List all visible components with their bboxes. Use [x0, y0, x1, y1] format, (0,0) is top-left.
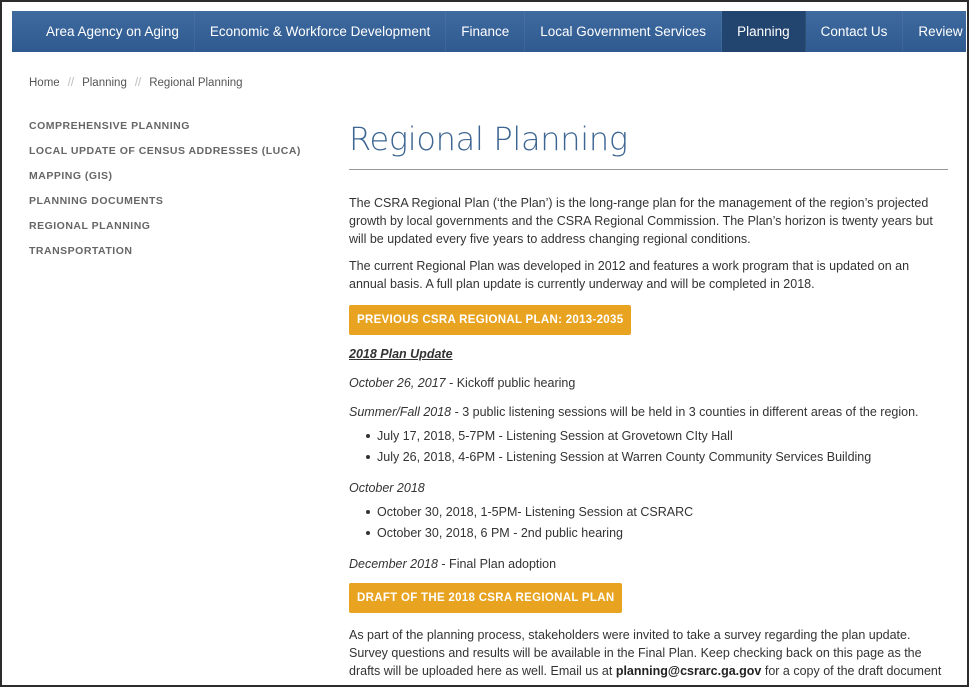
intro-paragraph: The CSRA Regional Plan (‘the Plan’) is t…: [349, 196, 933, 246]
survey-text-end: for a copy of the draft document: [761, 664, 942, 678]
breadcrumb-separator: //: [67, 77, 75, 89]
top-navigation: Area Agency on Aging Economic & Workforc…: [12, 11, 967, 52]
breadcrumb-separator: //: [134, 77, 142, 89]
sidebar-item-comprehensive-planning[interactable]: COMPREHENSIVE PLANNING: [29, 119, 329, 144]
listening-session-list: July 17, 2018, 5-7PM - Listening Session…: [349, 426, 949, 468]
sidebar-nav: COMPREHENSIVE PLANNING LOCAL UPDATE OF C…: [29, 119, 329, 269]
breadcrumb: Home // Planning // Regional Planning: [29, 77, 243, 89]
email-link[interactable]: planning@csrarc.ga.gov: [616, 664, 762, 678]
page-title: Regional Planning: [349, 120, 628, 158]
event-final-adoption: December 2018 - Final Plan adoption: [349, 555, 949, 573]
sidebar-item-transportation[interactable]: TRANSPORTATION: [29, 244, 329, 269]
event-kickoff: October 26, 2017 - Kickoff public hearin…: [349, 374, 949, 392]
sidebar-item-mapping-gis[interactable]: MAPPING (GIS): [29, 169, 329, 194]
october-session-list: October 30, 2018, 1-5PM- Listening Sessi…: [349, 502, 949, 544]
survey-paragraph: As part of the planning process, stakeho…: [349, 626, 949, 680]
event-october-2018: October 2018: [349, 479, 949, 497]
event-date: October 2018: [349, 481, 425, 495]
event-date: October 26, 2017: [349, 376, 446, 390]
status-paragraph: The current Regional Plan was developed …: [349, 259, 910, 291]
nav-item-local-government-services[interactable]: Local Government Services: [525, 11, 723, 52]
nav-item-contact-us[interactable]: Contact Us: [806, 11, 904, 52]
sidebar-item-luca[interactable]: LOCAL UPDATE OF CENSUS ADDRESSES (LUCA): [29, 144, 329, 169]
breadcrumb-current: Regional Planning: [149, 77, 243, 89]
nav-item-review-docs[interactable]: Review Docs: [903, 11, 967, 52]
nav-item-area-agency-on-aging[interactable]: Area Agency on Aging: [12, 11, 195, 52]
list-item: October 30, 2018, 6 PM - 2nd public hear…: [366, 523, 949, 544]
nav-item-economic-workforce[interactable]: Economic & Workforce Development: [195, 11, 447, 52]
event-text: - Final Plan adoption: [437, 557, 557, 571]
title-divider: [349, 169, 948, 170]
event-text: - 3 public listening sessions will be he…: [451, 405, 919, 419]
draft-plan-button[interactable]: DRAFT OF THE 2018 CSRA REGIONAL PLAN: [349, 583, 623, 613]
main-content: Regional Planning The CSRA Regional Plan…: [349, 117, 949, 680]
breadcrumb-planning[interactable]: Planning: [82, 77, 127, 89]
event-date: December 2018: [349, 557, 438, 571]
previous-plan-button[interactable]: PREVIOUS CSRA REGIONAL PLAN: 2013-2035: [349, 305, 632, 335]
plan-update-heading: 2018 Plan Update: [349, 347, 453, 361]
sidebar-item-planning-documents[interactable]: PLANNING DOCUMENTS: [29, 194, 329, 219]
sidebar-item-regional-planning[interactable]: REGIONAL PLANNING: [29, 219, 329, 244]
event-listening-sessions: Summer/Fall 2018 - 3 public listening se…: [349, 403, 949, 421]
nav-item-finance[interactable]: Finance: [446, 11, 526, 52]
event-text: - Kickoff public hearing: [445, 376, 576, 390]
list-item: July 26, 2018, 4-6PM - Listening Session…: [366, 447, 949, 468]
list-item: October 30, 2018, 1-5PM- Listening Sessi…: [366, 502, 949, 523]
nav-item-planning[interactable]: Planning: [722, 11, 806, 52]
page-frame: Area Agency on Aging Economic & Workforc…: [0, 0, 969, 687]
event-date: Summer/Fall 2018: [349, 405, 452, 419]
breadcrumb-home[interactable]: Home: [29, 77, 60, 89]
list-item: July 17, 2018, 5-7PM - Listening Session…: [366, 426, 949, 447]
